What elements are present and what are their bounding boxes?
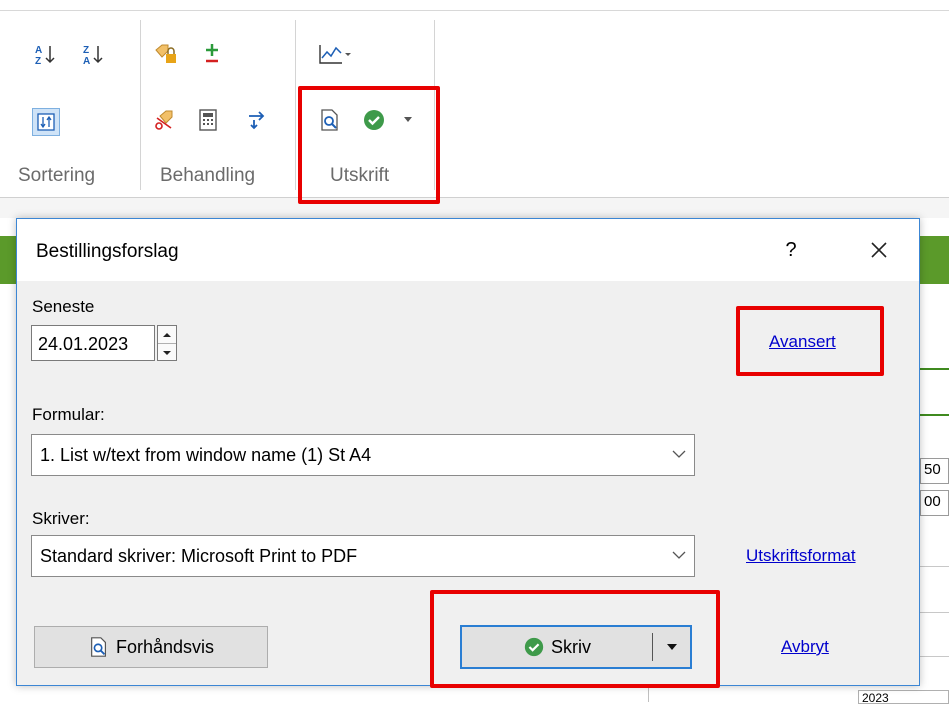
background-grid-line <box>920 656 949 657</box>
chevron-down-icon <box>672 551 686 559</box>
background-cell: 50 <box>920 458 949 484</box>
ribbon-separator <box>295 20 296 190</box>
background-green-band-left <box>0 236 16 284</box>
print-preview-icon <box>91 637 106 657</box>
highlight-box-skriv <box>430 590 720 688</box>
plus-minus-icon[interactable] <box>200 42 224 66</box>
chevron-down-icon <box>672 450 686 458</box>
help-button[interactable]: ? <box>773 233 809 267</box>
spin-down-icon[interactable] <box>158 344 176 361</box>
background-cell: 00 <box>920 490 949 516</box>
close-icon <box>871 242 887 258</box>
lock-tag-icon[interactable] <box>154 42 178 66</box>
ribbon-separator <box>140 20 141 190</box>
scissors-tag-icon[interactable] <box>154 108 178 132</box>
svg-text:Z: Z <box>35 56 41 66</box>
cancel-link[interactable]: Avbryt <box>781 637 829 657</box>
preview-button[interactable]: Forhåndsvis <box>34 626 268 668</box>
background-grid-line <box>920 566 949 567</box>
ribbon-lower-strip <box>0 198 949 218</box>
calculator-icon[interactable] <box>196 108 220 132</box>
date-spinner[interactable] <box>157 325 177 361</box>
skriver-label: Skriver: <box>32 509 90 528</box>
skriver-select[interactable]: Standard skriver: Microsoft Print to PDF <box>31 535 695 577</box>
skriver-select-value: Standard skriver: Microsoft Print to PDF <box>40 546 358 566</box>
spin-up-icon[interactable] <box>158 326 176 344</box>
background-green-line <box>920 368 949 370</box>
group-label-sortering: Sortering <box>18 165 96 186</box>
svg-text:A: A <box>35 45 42 56</box>
background-green-line <box>920 414 949 416</box>
sort-toggle-icon[interactable] <box>32 108 60 136</box>
seneste-date-input[interactable]: 24.01.2023 <box>31 325 155 361</box>
highlight-box-utskrift <box>298 86 440 204</box>
formular-select[interactable]: 1. List w/text from window name (1) St A… <box>31 434 695 476</box>
formular-label: Formular: <box>32 405 105 424</box>
preview-button-label: Forhåndsvis <box>115 636 215 657</box>
transfer-icon[interactable] <box>246 108 270 132</box>
sort-ascending-icon[interactable]: AZ <box>34 42 58 66</box>
formular-select-value: 1. List w/text from window name (1) St A… <box>40 445 372 465</box>
dialog-title: Bestillingsforslag <box>36 241 179 262</box>
chart-dropdown-icon[interactable] <box>318 42 352 66</box>
utskriftsformat-link[interactable]: Utskriftsformat <box>746 546 856 566</box>
ribbon <box>0 10 949 199</box>
sort-descending-icon[interactable]: ZA <box>82 42 106 66</box>
background-grid-line <box>920 612 949 613</box>
close-button[interactable] <box>861 233 897 267</box>
dialog-titlebar: Bestillingsforslag ? <box>17 219 919 281</box>
background-green-band-right <box>920 236 949 284</box>
background-grid-line <box>648 686 649 702</box>
seneste-label: Seneste <box>32 297 95 316</box>
svg-text:Z: Z <box>83 45 89 56</box>
svg-text:A: A <box>83 56 90 66</box>
group-label-behandling: Behandling <box>160 165 256 186</box>
highlight-box-avansert <box>736 306 884 376</box>
